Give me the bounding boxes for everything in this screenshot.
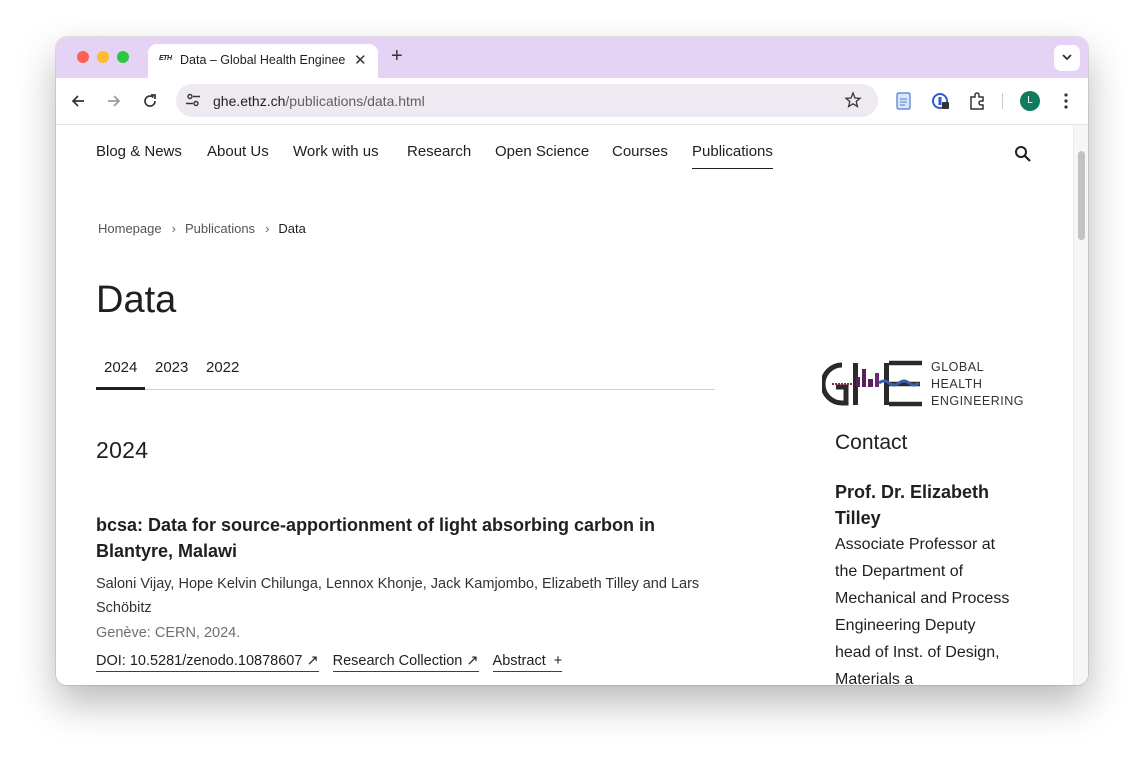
url-path: /publications/data.html: [285, 93, 425, 109]
nav-blog-news[interactable]: Blog & News: [96, 143, 182, 160]
breadcrumb: Homepage › Publications › Data: [98, 221, 306, 236]
close-tab-icon[interactable]: ✕: [354, 51, 367, 69]
logo-text: GLOBAL HEALTH ENGINEERING: [931, 359, 1024, 410]
scrollbar-thumb[interactable]: [1078, 151, 1085, 240]
breadcrumb-publications[interactable]: Publications: [185, 221, 255, 236]
address-bar[interactable]: ghe.ethz.ch/publications/data.html: [176, 84, 878, 117]
back-arrow-icon[interactable]: [68, 91, 88, 111]
doi-link[interactable]: DOI: 10.5281/zenodo.10878607 ↗: [96, 653, 319, 672]
publication-authors: Saloni Vijay, Hope Kelvin Chilunga, Lenn…: [96, 576, 700, 616]
research-collection-label: Research Collection: [332, 653, 463, 669]
abstract-label: Abstract: [492, 653, 546, 669]
chevron-down-icon: [1062, 54, 1072, 61]
plus-icon: +: [553, 653, 563, 669]
url-host: ghe.ethz.ch: [213, 93, 286, 109]
reload-icon[interactable]: [140, 91, 160, 111]
logo-line-3: ENGINEERING: [931, 394, 1025, 408]
kebab-menu-icon[interactable]: [1056, 91, 1076, 111]
year-tabs: 2024 2023 2022: [96, 359, 715, 390]
browser-window: ETH Data – Global Health Enginee ✕ + ghe…: [56, 37, 1088, 685]
nav-about-us[interactable]: About Us: [207, 143, 269, 160]
contact-description: Associate Professor at the Department of…: [835, 536, 1010, 685]
url-text: ghe.ethz.ch/publications/data.html: [213, 93, 425, 109]
extensions-puzzle-icon[interactable]: [967, 91, 987, 111]
toolbar-divider: [1002, 93, 1003, 109]
year-heading: 2024: [96, 437, 149, 463]
document-extension-icon[interactable]: [895, 91, 913, 111]
external-link-icon: ↗: [466, 653, 479, 669]
logo-line-2: HEALTH: [931, 377, 983, 391]
search-icon[interactable]: [1014, 145, 1032, 163]
abstract-toggle[interactable]: Abstract +: [492, 653, 563, 672]
minimize-window-button[interactable]: [97, 51, 109, 63]
eth-favicon-icon: ETH: [159, 55, 172, 62]
maximize-window-button[interactable]: [117, 51, 129, 63]
ghe-logo-mark-icon: [820, 360, 922, 407]
contact-name: Prof. Dr. Elizabeth Tilley: [835, 482, 990, 528]
publication-links: DOI: 10.5281/zenodo.10878607 ↗ Research C…: [96, 652, 576, 672]
external-link-icon: ↗: [306, 653, 319, 669]
breadcrumb-homepage[interactable]: Homepage: [98, 221, 162, 236]
vertical-scrollbar[interactable]: [1073, 125, 1088, 685]
nav-courses[interactable]: Courses: [612, 143, 668, 160]
publication-title: bcsa: Data for source-apportionment of l…: [96, 515, 656, 561]
nav-work-with-us[interactable]: Work with us: [293, 143, 379, 160]
chevron-right-icon: ›: [171, 221, 176, 236]
contact-heading: Contact: [835, 431, 908, 454]
tab-bar: ETH Data – Global Health Enginee ✕ +: [56, 37, 1088, 78]
close-window-button[interactable]: [77, 51, 89, 63]
browser-tab[interactable]: ETH Data – Global Health Enginee ✕: [148, 44, 378, 78]
new-tab-icon[interactable]: +: [391, 45, 403, 68]
password-manager-extension-icon[interactable]: [931, 91, 951, 111]
tab-search-button[interactable]: [1054, 45, 1080, 71]
bookmark-star-icon[interactable]: [844, 91, 862, 109]
profile-avatar[interactable]: L: [1020, 91, 1040, 111]
breadcrumb-current: Data: [278, 221, 306, 236]
publication-source: Genève: CERN, 2024.: [96, 625, 241, 641]
tab-title: Data – Global Health Enginee: [180, 53, 346, 67]
chevron-right-icon: ›: [265, 221, 270, 236]
nav-open-science[interactable]: Open Science: [495, 143, 589, 160]
forward-arrow-icon[interactable]: [104, 91, 124, 111]
page-content: Blog & News About Us Work with us Resear…: [56, 125, 1088, 685]
nav-research[interactable]: Research: [407, 143, 471, 160]
site-settings-icon[interactable]: [185, 92, 201, 108]
logo-line-1: GLOBAL: [931, 360, 985, 374]
tab-2024[interactable]: 2024: [96, 359, 146, 390]
page-title: Data: [96, 279, 177, 321]
browser-toolbar: ghe.ethz.ch/publications/data.html L: [56, 78, 1088, 125]
tab-2022[interactable]: 2022: [198, 359, 247, 387]
research-collection-link[interactable]: Research Collection ↗: [332, 653, 479, 672]
ghe-logo[interactable]: GLOBAL HEALTH ENGINEERING: [820, 359, 1032, 410]
nav-publications[interactable]: Publications: [692, 143, 773, 169]
doi-link-label: DOI: 10.5281/zenodo.10878607: [96, 653, 303, 669]
tab-2023[interactable]: 2023: [147, 359, 196, 387]
